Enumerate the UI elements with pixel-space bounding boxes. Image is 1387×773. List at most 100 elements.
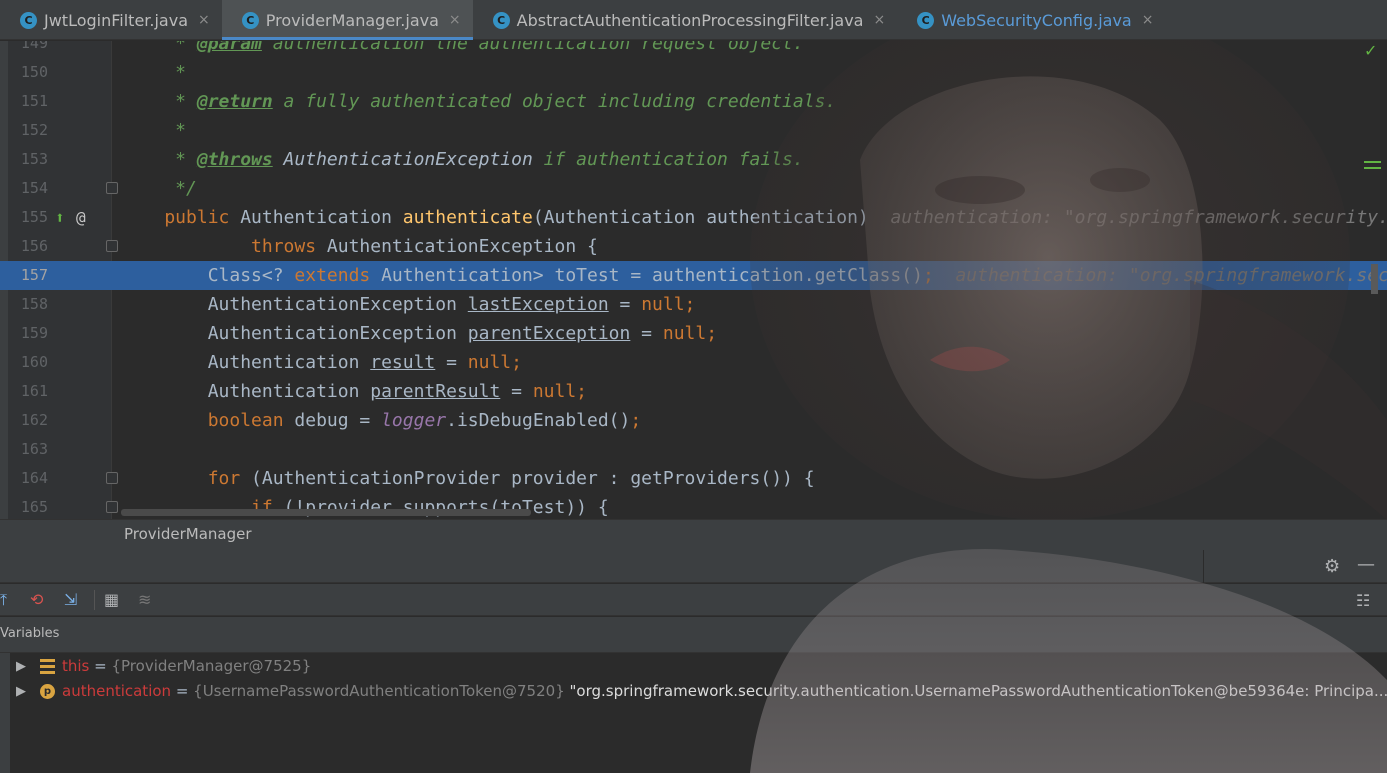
code-token: @return: [196, 91, 273, 112]
annotation-marker-icon[interactable]: @: [76, 203, 86, 232]
variables-list[interactable]: ▶ this = {ProviderManager@7525} ▶ p authenti…: [0, 653, 1387, 773]
code-token: throws: [121, 236, 327, 257]
line-number[interactable]: 162: [14, 406, 48, 435]
code-line[interactable]: 151 * @return a fully authenticated obje…: [0, 87, 1387, 116]
java-class-icon: C: [20, 11, 37, 29]
inspection-ok-icon[interactable]: ✓: [1364, 41, 1377, 60]
close-icon[interactable]: ×: [198, 12, 210, 28]
run-to-cursor-icon[interactable]: ⇲: [64, 590, 77, 609]
code-line[interactable]: 152 *: [0, 116, 1387, 145]
close-icon[interactable]: ×: [873, 12, 885, 28]
variable-type: {UsernamePasswordAuthenticationToken@752…: [193, 682, 565, 700]
java-class-icon: C: [917, 11, 935, 29]
expand-arrow-icon[interactable]: ▶: [16, 654, 26, 679]
code-text: public Authentication authenticate(Authe…: [121, 203, 1387, 232]
vertical-scrollbar-thumb[interactable]: [1371, 264, 1378, 294]
code-token: null;: [662, 323, 718, 344]
code-token: *: [121, 120, 187, 141]
code-line[interactable]: 163: [0, 435, 1387, 464]
variable-type: {ProviderManager@7525}: [111, 657, 312, 675]
line-number[interactable]: 157: [14, 261, 48, 290]
toolbar-separator: [94, 590, 95, 610]
variable-row[interactable]: ▶ p authentication = {UsernamePasswordAuth…: [0, 679, 1387, 704]
code-line[interactable]: 164 for (AuthenticationProvider provider…: [0, 464, 1387, 493]
line-number[interactable]: 165: [14, 493, 48, 519]
code-token: parentResult: [370, 381, 501, 402]
line-number[interactable]: 159: [14, 319, 48, 348]
debug-panel-header: ⚙ —: [0, 550, 1387, 583]
header-divider: [1203, 550, 1204, 583]
editor-tab[interactable]: C ProviderManager.java ×: [221, 0, 473, 40]
code-token: for: [121, 468, 252, 489]
code-token: authenticate: [402, 207, 533, 228]
fold-marker-icon[interactable]: [106, 182, 118, 194]
close-icon[interactable]: ×: [1142, 12, 1154, 28]
code-editor[interactable]: 149 * @param authentication the authenti…: [0, 41, 1387, 519]
implements-method-icon[interactable]: ⬆: [55, 203, 65, 232]
variables-header: Variables: [0, 617, 1387, 653]
editor-tab[interactable]: C AbstractAuthenticationProcessingFilter.…: [473, 0, 898, 40]
code-line[interactable]: 155 ⬆ @ public Authentication authenticate…: [0, 203, 1387, 232]
code-token: parentException: [467, 323, 631, 344]
code-token: authentication: "org.springframework.sec…: [955, 265, 1387, 286]
line-number[interactable]: 158: [14, 290, 48, 319]
code-line[interactable]: 161 Authentication parentResult = null;: [0, 377, 1387, 406]
gear-icon[interactable]: ⚙: [1324, 556, 1340, 577]
variable-name: this: [62, 657, 90, 675]
fold-marker-icon[interactable]: [106, 501, 118, 513]
minimize-icon[interactable]: —: [1357, 554, 1375, 575]
drop-frame-icon[interactable]: ⟲: [30, 590, 43, 609]
line-number[interactable]: 154: [14, 174, 48, 203]
code-line[interactable]: 158 AuthenticationException lastExceptio…: [0, 290, 1387, 319]
line-number[interactable]: 151: [14, 87, 48, 116]
code-token: if authentication fails.: [532, 149, 804, 170]
code-line[interactable]: 153 * @throws AuthenticationException if…: [0, 145, 1387, 174]
line-number[interactable]: 161: [14, 377, 48, 406]
code-line[interactable]: 156 throws AuthenticationException {: [0, 232, 1387, 261]
code-line[interactable]: 154 */: [0, 174, 1387, 203]
code-token: null;: [467, 352, 522, 373]
code-token: *: [121, 149, 197, 170]
line-number[interactable]: 160: [14, 348, 48, 377]
editor-tab[interactable]: C WebSecurityConfig.java ×: [897, 0, 1165, 40]
error-stripe-mark[interactable]: [1364, 161, 1381, 169]
step-out-icon[interactable]: ⤒: [0, 590, 7, 610]
line-number[interactable]: 152: [14, 116, 48, 145]
code-line[interactable]: 160 Authentication result = null;: [0, 348, 1387, 377]
line-number[interactable]: 156: [14, 232, 48, 261]
line-number[interactable]: 153: [14, 145, 48, 174]
trace-icon[interactable]: ≋: [138, 590, 151, 609]
code-token: result: [370, 352, 436, 373]
editor-tab[interactable]: C JwtLoginFilter.java ×: [0, 0, 222, 40]
tab-label: JwtLoginFilter.java: [44, 10, 189, 30]
code-text: * @throws AuthenticationException if aut…: [121, 145, 804, 174]
code-token: *: [121, 62, 187, 83]
line-number[interactable]: 150: [14, 58, 48, 87]
breadcrumb[interactable]: ProviderManager: [124, 525, 252, 543]
code-token: a fully authenticated object including c…: [272, 91, 837, 112]
line-number[interactable]: 163: [14, 435, 48, 464]
expand-arrow-icon[interactable]: ▶: [16, 679, 26, 704]
evaluate-icon[interactable]: ▦: [104, 590, 119, 609]
fold-marker-icon[interactable]: [106, 472, 118, 484]
code-token: *: [121, 41, 197, 54]
code-line[interactable]: 150 *: [0, 58, 1387, 87]
code-token: */: [121, 178, 197, 199]
line-number[interactable]: 164: [14, 464, 48, 493]
code-line[interactable]: 149 * @param authentication the authenti…: [0, 41, 1387, 58]
layout-icon[interactable]: ☷: [1356, 591, 1370, 610]
variable-row[interactable]: ▶ this = {ProviderManager@7525}: [0, 654, 1387, 679]
horizontal-scrollbar[interactable]: [121, 509, 531, 516]
code-token: AuthenticationException: [121, 323, 468, 344]
variable-operator: =: [89, 657, 112, 675]
code-token: AuthenticationException: [121, 294, 468, 315]
code-line[interactable]: 159 AuthenticationException parentExcept…: [0, 319, 1387, 348]
fold-marker-icon[interactable]: [106, 240, 118, 252]
line-number[interactable]: 155: [14, 203, 48, 232]
close-icon[interactable]: ×: [449, 12, 461, 28]
java-class-icon: C: [241, 11, 259, 29]
code-line[interactable]: 157 Class<? extends Authentication> toTe…: [0, 261, 1387, 290]
line-number[interactable]: 149: [14, 41, 48, 58]
code-token: authentication the authentication reques…: [261, 41, 804, 54]
code-line[interactable]: 162 boolean debug = logger.isDebugEnable…: [0, 406, 1387, 435]
